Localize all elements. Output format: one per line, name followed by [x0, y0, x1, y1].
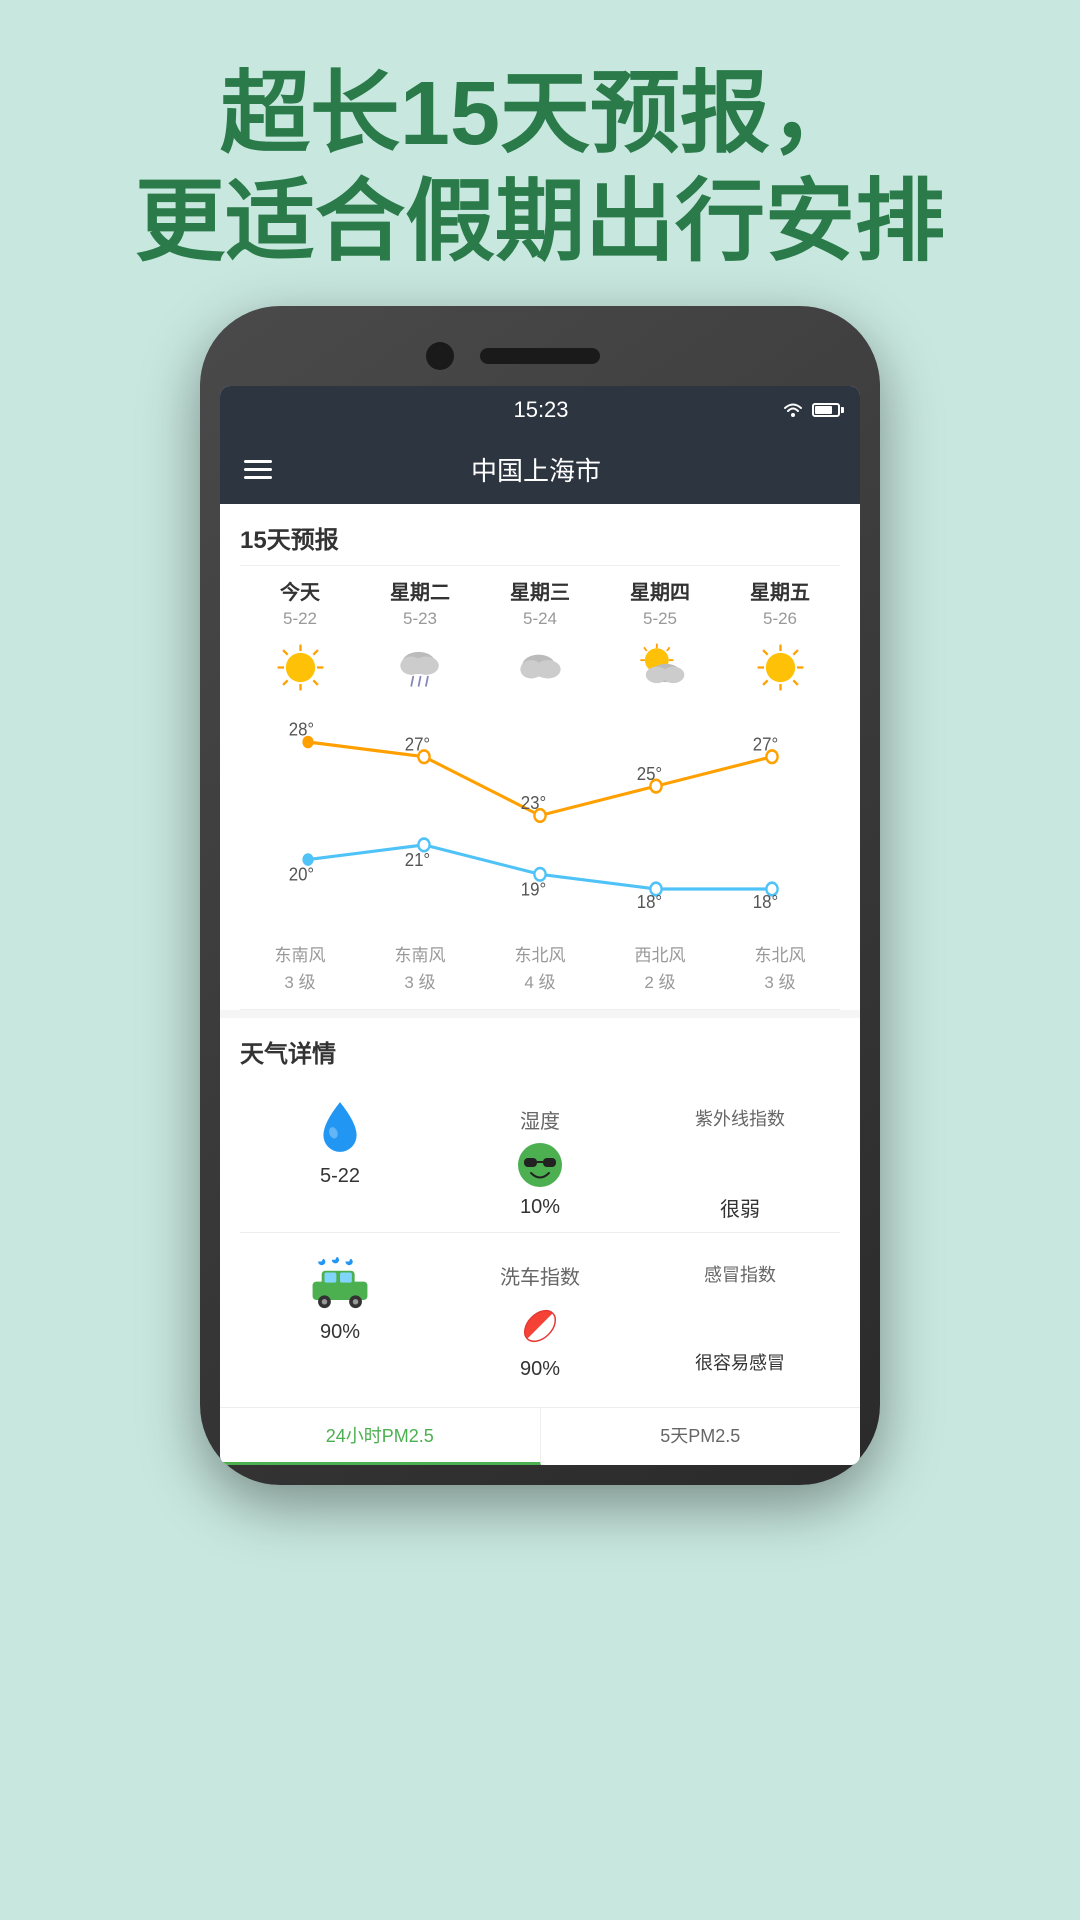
- wind-lvl-5: 3 级: [764, 968, 795, 993]
- humidity-value: 5-22: [320, 1165, 360, 1188]
- day-name-2: 星期二: [390, 576, 450, 605]
- svg-text:18°: 18°: [637, 891, 662, 912]
- temp-chart: 28° 27° 23° 25° 27°: [240, 711, 840, 931]
- wind-dir-4: 西北风: [635, 941, 686, 966]
- app-content: 15天预报 今天 5-22: [220, 504, 860, 1465]
- details-grid: 5-22 湿度: [240, 1085, 840, 1232]
- wind-4: 西北风 2 级: [600, 941, 720, 993]
- city-name: 中国上海市: [272, 451, 800, 488]
- phone-speaker: [480, 348, 600, 364]
- wind-dir-5: 东北风: [755, 941, 806, 966]
- forecast-day-5: 星期五 5-26: [720, 576, 840, 701]
- status-icons: [782, 402, 840, 418]
- wind-5: 东北风 3 级: [720, 941, 840, 993]
- wind-lvl-3: 4 级: [524, 968, 555, 993]
- battery-icon: [812, 403, 840, 417]
- weather-icon-cloud-3: [510, 637, 570, 697]
- day-name-4: 星期四: [630, 576, 690, 605]
- forecast-section: 15天预报 今天 5-22: [220, 504, 860, 1010]
- svg-text:18°: 18°: [753, 891, 778, 912]
- weather-icon-sunny-1: [270, 637, 330, 697]
- hamburger-menu[interactable]: [244, 460, 272, 479]
- carwash-icon: [308, 1251, 372, 1315]
- day-date-3: 5-24: [523, 609, 557, 629]
- phone-screen: 15:23: [220, 386, 860, 1465]
- carwash-item: 90%: [240, 1241, 440, 1391]
- tab-pm25-24h[interactable]: 24小时PM2.5: [220, 1408, 541, 1465]
- carwash-value: 90%: [320, 1321, 360, 1344]
- weather-icon-partly-4: [630, 637, 690, 697]
- svg-text:21°: 21°: [405, 849, 430, 870]
- svg-text:20°: 20°: [289, 864, 314, 885]
- header-title: 超长15天预报， 更适合假期出行安排: [40, 60, 1040, 276]
- cold-item: 感冒指数 很容易感冒: [640, 1241, 840, 1391]
- wind-lvl-2: 3 级: [404, 968, 435, 993]
- forecast-day-2: 星期二 5-23: [360, 576, 480, 701]
- app-topbar: 中国上海市: [220, 434, 860, 504]
- status-bar: 15:23: [220, 386, 860, 434]
- wind-lvl-1: 3 级: [284, 968, 315, 993]
- svg-text:25°: 25°: [637, 763, 662, 784]
- day-name-5: 星期五: [750, 576, 810, 605]
- humidity-item: 5-22: [240, 1085, 440, 1232]
- day-date-5: 5-26: [763, 609, 797, 629]
- bottom-tabs: 24小时PM2.5 5天PM2.5: [220, 1407, 860, 1465]
- humidity-label: 湿度: [520, 1105, 560, 1134]
- details-section: 天气详情 5-22: [220, 1010, 860, 1407]
- weather-icon-sunny-5: [750, 637, 810, 697]
- wind-3: 东北风 4 级: [480, 941, 600, 993]
- uv-percent: 10%: [520, 1196, 560, 1219]
- details-title: 天气详情: [240, 1034, 840, 1069]
- day-name-3: 星期三: [510, 576, 570, 605]
- cold-value: 很容易感冒: [695, 1349, 785, 1375]
- svg-text:19°: 19°: [521, 878, 546, 899]
- day-name-1: 今天: [280, 576, 320, 605]
- day-date-4: 5-25: [643, 609, 677, 629]
- phone-frame: 15:23: [200, 306, 880, 1485]
- cold-label: 感冒指数: [704, 1261, 776, 1287]
- phone-outer: 15:23: [200, 306, 880, 1485]
- wind-info: 东南风 3 级 东南风 3 级 东北风 4 级 西北风: [240, 931, 840, 1010]
- humidity-label-item: 湿度: [440, 1085, 640, 1232]
- weather-icon-rain-2: [390, 637, 450, 697]
- uv-value: 很弱: [720, 1193, 760, 1222]
- wind-dir-3: 东北风: [515, 941, 566, 966]
- svg-text:27°: 27°: [405, 734, 430, 755]
- uv-item: 紫外线指数 很弱: [640, 1085, 840, 1232]
- page-header: 超长15天预报， 更适合假期出行安排: [0, 0, 1080, 306]
- forecast-day-3: 星期三 5-24: [480, 576, 600, 701]
- wind-lvl-4: 2 级: [644, 968, 675, 993]
- phone-camera: [426, 342, 454, 370]
- day-date-2: 5-23: [403, 609, 437, 629]
- uv-label: 紫外线指数: [695, 1105, 785, 1131]
- wind-dir-2: 东南风: [395, 941, 446, 966]
- humidity-icon: [308, 1095, 372, 1159]
- forecast-days: 今天 5-22: [240, 566, 840, 711]
- forecast-title: 15天预报: [240, 520, 840, 555]
- svg-text:27°: 27°: [753, 734, 778, 755]
- phone-top-bar: [220, 326, 860, 386]
- svg-text:28°: 28°: [289, 721, 314, 740]
- wifi-icon: [782, 402, 804, 418]
- carwash-label-item: 洗车指数 90%: [440, 1241, 640, 1391]
- forecast-day-1: 今天 5-22: [240, 576, 360, 701]
- wind-2: 东南风 3 级: [360, 941, 480, 993]
- wind-dir-1: 东南风: [275, 941, 326, 966]
- carwash-label: 洗车指数: [500, 1261, 580, 1290]
- tab-pm25-5d[interactable]: 5天PM2.5: [541, 1408, 861, 1465]
- status-time: 15:23: [300, 397, 782, 423]
- cold-percent: 90%: [520, 1358, 560, 1381]
- svg-text:23°: 23°: [521, 792, 546, 813]
- wind-1: 东南风 3 级: [240, 941, 360, 993]
- day-date-1: 5-22: [283, 609, 317, 629]
- details-grid-2: 90% 洗车指数: [240, 1241, 840, 1391]
- forecast-day-4: 星期四 5-25: [600, 576, 720, 701]
